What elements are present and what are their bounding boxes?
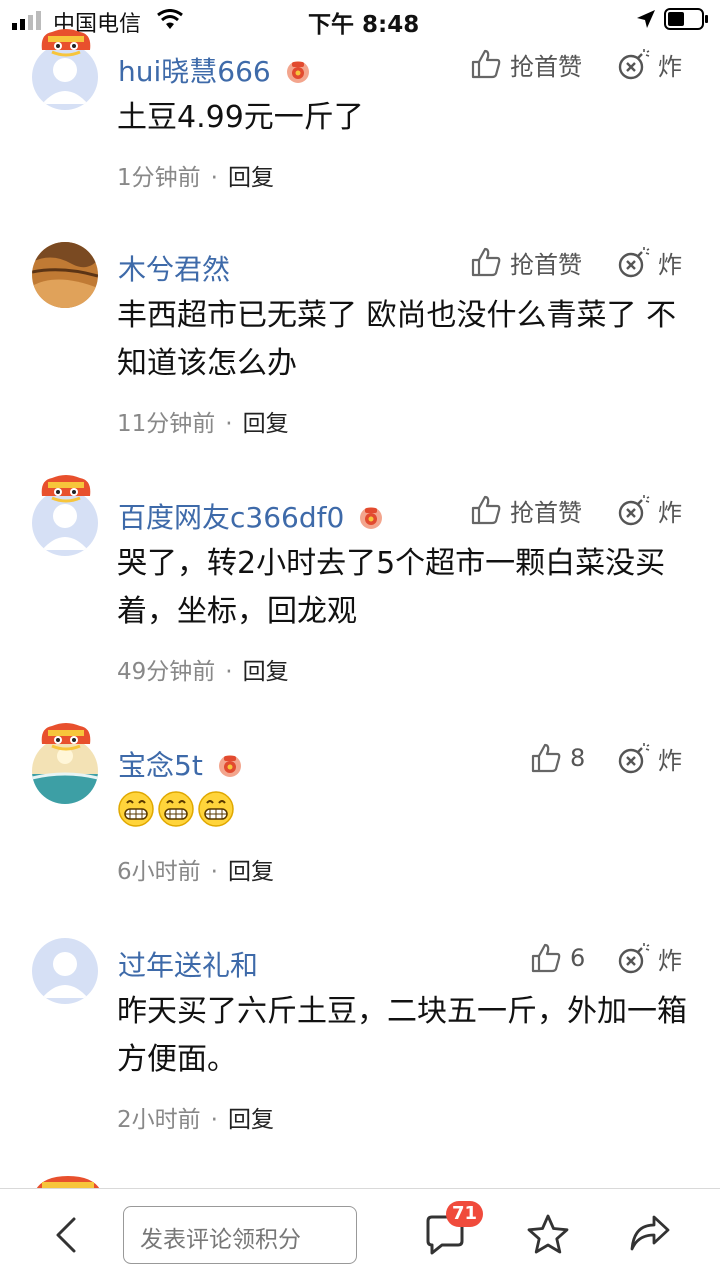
bomb-button[interactable]: 炸 [616, 492, 682, 528]
lion-dance-badge-icon [41, 723, 91, 751]
avatar[interactable] [32, 934, 100, 1004]
share-icon[interactable] [628, 1213, 672, 1253]
like-button[interactable]: 抢首赞 [470, 492, 582, 528]
bomb-label: 炸 [658, 498, 682, 527]
like-count: 6 [570, 944, 586, 972]
username-label[interactable]: 木兮君然 [118, 248, 230, 288]
comment-count-badge: 71 [446, 1201, 484, 1227]
like-button[interactable]: 8 [530, 740, 585, 776]
comment-text: 哭了，转2小时去了5个超市一颗白菜没买着，坐标，回龙观 [117, 546, 666, 629]
like-count: 8 [570, 744, 586, 772]
lion-dance-badge-icon [41, 29, 91, 57]
avatar[interactable] [32, 475, 100, 556]
clock: 下午 8:48 [308, 12, 420, 38]
grin-emoji [158, 791, 194, 827]
bomb-label: 炸 [658, 946, 682, 975]
thumbs-up-icon [531, 743, 561, 773]
comment-time: 49分钟前 [117, 659, 216, 685]
username-label[interactable]: 宝念5t [118, 744, 243, 784]
like-label: 抢首赞 [510, 250, 582, 279]
thumbs-up-icon [471, 495, 501, 525]
avatar[interactable] [32, 723, 100, 804]
comment-text: 昨天买了六斤土豆，二块五一斤，外加一箱方便面。 [117, 994, 687, 1077]
comment-meta: 1分钟前 · 回复 [117, 165, 274, 191]
red-envelope-icon [360, 507, 383, 529]
bomb-icon [618, 943, 650, 974]
bottom-toolbar: 发表评论领积分 71 [0, 1188, 720, 1280]
thumbs-up-icon [471, 49, 501, 79]
reply-button[interactable]: 回复 [243, 411, 289, 437]
comment-text: 土豆4.99元一斤了 [117, 100, 364, 135]
wifi-icon [157, 9, 183, 29]
bomb-label: 炸 [658, 746, 682, 775]
avatar[interactable] [32, 238, 100, 308]
comment-meta: 6小时前 · 回复 [117, 859, 274, 885]
comment-time: 1分钟前 [117, 165, 201, 191]
username-label[interactable]: 过年送礼和 [118, 944, 258, 984]
avatar[interactable] [32, 29, 100, 110]
like-label: 抢首赞 [510, 52, 582, 81]
reply-button[interactable]: 回复 [243, 659, 289, 685]
comment-time: 11分钟前 [117, 411, 216, 437]
username-label[interactable]: 百度网友c366df0 [118, 496, 384, 536]
reply-button[interactable]: 回复 [228, 1107, 274, 1133]
reply-button[interactable]: 回复 [228, 859, 274, 885]
like-button[interactable]: 6 [530, 940, 585, 976]
bomb-label: 炸 [658, 52, 682, 81]
comment-meta: 11分钟前 · 回复 [117, 411, 289, 437]
red-envelope-icon [218, 755, 241, 777]
comment-meta: 2小时前 · 回复 [117, 1107, 274, 1133]
bomb-label: 炸 [658, 250, 682, 279]
thumbs-up-icon [471, 247, 501, 277]
star-icon[interactable] [526, 1213, 570, 1255]
bomb-button[interactable]: 炸 [616, 46, 682, 82]
like-button[interactable]: 抢首赞 [470, 244, 582, 280]
comment-time: 6小时前 [117, 859, 201, 885]
comment-input-placeholder: 发表评论领积分 [140, 1227, 301, 1253]
lion-dance-badge-icon [41, 475, 91, 503]
bomb-button[interactable]: 炸 [616, 940, 682, 976]
like-label: 抢首赞 [510, 498, 582, 527]
grin-emoji [118, 791, 154, 827]
comment-time: 2小时前 [117, 1107, 201, 1133]
like-button[interactable]: 抢首赞 [470, 46, 582, 82]
bomb-icon [618, 743, 650, 774]
comment-meta: 49分钟前 · 回复 [117, 659, 289, 685]
location-arrow-icon [637, 10, 655, 28]
bomb-button[interactable]: 炸 [616, 740, 682, 776]
lion-dance-badge-icon [35, 1176, 101, 1190]
comment-emoji-row [117, 790, 687, 843]
status-bar: 中国电信 下午 8:48 [0, 0, 720, 40]
signal-icon [12, 11, 41, 30]
partial-next-comment [28, 1170, 108, 1190]
red-envelope-icon [286, 61, 309, 83]
battery-icon [664, 8, 708, 30]
reply-button[interactable]: 回复 [228, 165, 274, 191]
grin-emoji [198, 791, 234, 827]
username-label[interactable]: hui晓慧666 [118, 50, 311, 90]
back-icon[interactable] [48, 1215, 84, 1255]
bomb-icon [618, 49, 650, 80]
bomb-icon [618, 247, 650, 278]
thumbs-up-icon [531, 943, 561, 973]
comment-input[interactable]: 发表评论领积分 [123, 1206, 357, 1264]
bomb-icon [618, 495, 650, 526]
bomb-button[interactable]: 炸 [616, 244, 682, 280]
comment-text: 丰西超市已无菜了 欧尚也没什么青菜了 不知道该怎么办 [117, 298, 677, 381]
